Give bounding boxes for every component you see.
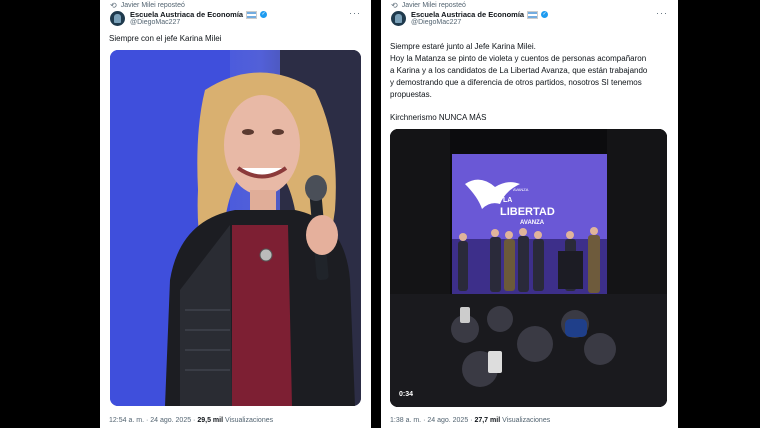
more-icon[interactable]: ··· [349, 8, 361, 18]
tweet-card-2: ⟲ Javier Milei reposteó Escuela Austriac… [381, 0, 678, 428]
views-label: Visualizaciones [502, 417, 551, 424]
argentina-flag-icon [527, 10, 539, 19]
screen-avanza-text: AVANZA [520, 220, 545, 226]
author-name[interactable]: Escuela Austriaca de Economía ✓ [411, 10, 549, 19]
verified-badge-icon: ✓ [541, 11, 549, 18]
repost-icon: ⟲ [391, 1, 398, 10]
tweet-text-line: y demostrando que a diferencia de otros … [390, 78, 642, 87]
author-name-label: Escuela Austriaca de Economía [130, 10, 244, 19]
author-handle[interactable]: @DiegoMac227 [130, 19, 180, 26]
author-name[interactable]: Escuela Austriaca de Economía ✓ [130, 10, 268, 19]
author-handle[interactable]: @DiegoMac227 [411, 19, 461, 26]
tweet-card-1: ⟲ Javier Milei reposteó Escuela Austriac… [100, 0, 371, 428]
screen-libertad-text: LIBERTAD [500, 206, 555, 218]
photo-woman-with-microphone [110, 50, 361, 406]
avatar[interactable] [391, 11, 406, 26]
video-frame-rally: AVANZA LA LIBERTAD AVANZA [390, 129, 667, 407]
view-count: 29,5 mil [197, 417, 224, 424]
tweet-text-line: a Karina y a los candidatos de La Libert… [390, 66, 648, 75]
tweet-text-line: Kirchnerismo NUNCA MÁS [390, 113, 487, 122]
video-duration: 0:34 [399, 391, 414, 398]
repost-icon: ⟲ [110, 1, 117, 10]
tweet-text-line: Hoy la Matanza se pinto de violeta y cue… [390, 54, 647, 63]
tweet-text: Siempre con el jefe Karina Milei [109, 34, 222, 43]
avatar[interactable] [110, 11, 125, 26]
author-name-label: Escuela Austriaca de Economía [411, 10, 525, 19]
views-label: Visualizaciones [224, 417, 274, 424]
tweet-photo[interactable] [110, 50, 361, 406]
screen-la-text: LA [503, 197, 512, 204]
repost-label: Javier Milei reposteó [401, 2, 466, 9]
repost-label: Javier Milei reposteó [120, 2, 185, 9]
more-icon[interactable]: ··· [656, 8, 668, 18]
verified-badge-icon: ✓ [260, 11, 268, 18]
tweet-meta: 12:54 a. m. · 24 ago. 2025 · 29,5 mil Vi… [109, 417, 273, 424]
repost-indicator[interactable]: ⟲ Javier Milei reposteó [110, 1, 185, 10]
tweet-text-line: propuestas. [390, 90, 432, 99]
tweet-time[interactable]: 12:54 a. m. · 24 ago. 2025 · [109, 417, 195, 424]
repost-indicator[interactable]: ⟲ Javier Milei reposteó [391, 1, 466, 10]
tweet-text-line: Siempre estaré junto al Jefe Karina Mile… [390, 42, 536, 51]
screen-small-text: AVANZA [513, 187, 529, 192]
tweet-time[interactable]: 1:38 a. m. · 24 ago. 2025 · [390, 417, 473, 424]
tweet-video[interactable]: AVANZA LA LIBERTAD AVANZA 0:34 [390, 129, 667, 407]
tweet-meta: 1:38 a. m. · 24 ago. 2025 · 27,7 mil Vis… [390, 417, 550, 424]
argentina-flag-icon [246, 10, 258, 19]
view-count: 27,7 mil [474, 417, 501, 424]
